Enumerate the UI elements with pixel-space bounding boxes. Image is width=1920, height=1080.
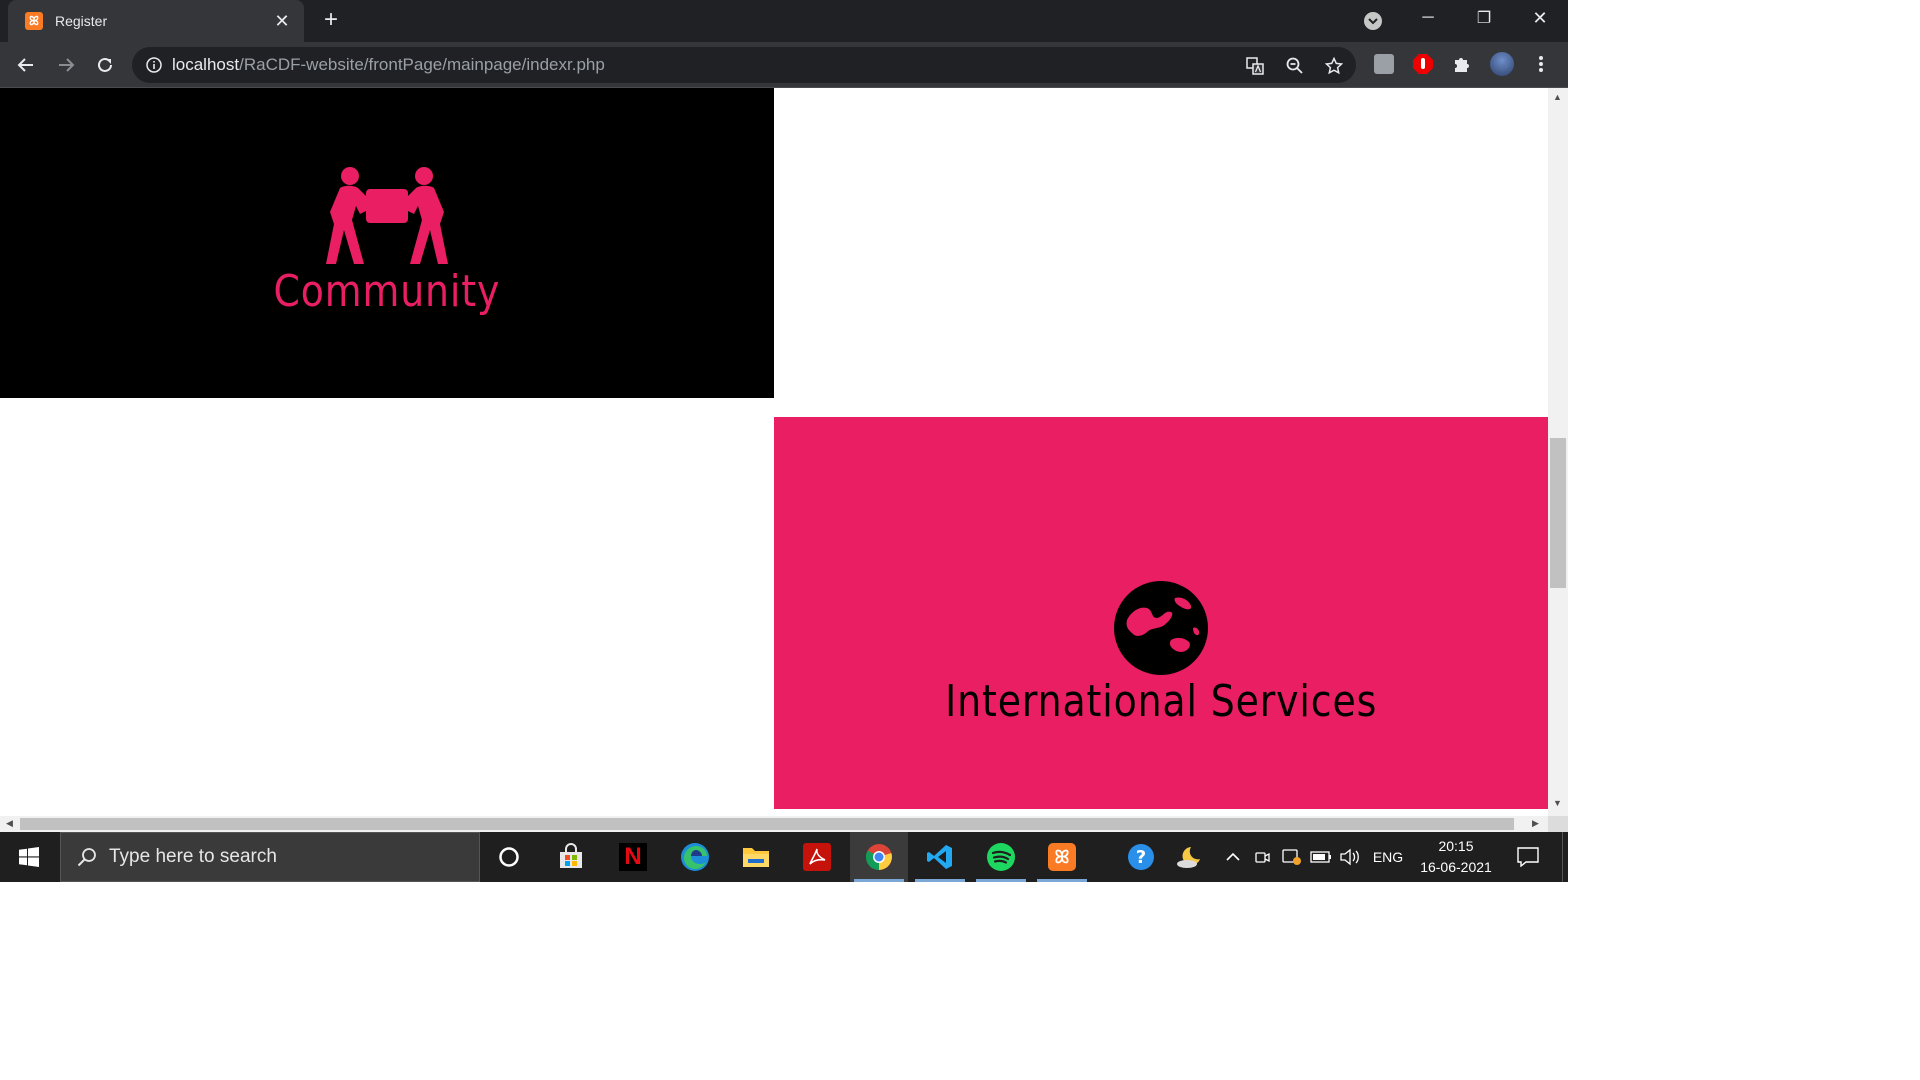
chevron-down-icon <box>1368 17 1378 24</box>
url-path: /RaCDF-website/frontPage/mainpage/indexr… <box>239 55 605 74</box>
vertical-scrollbar[interactable]: ▲ ▼ <box>1548 88 1568 816</box>
netflix-icon[interactable]: N <box>604 832 662 882</box>
reload-button[interactable] <box>91 51 119 79</box>
back-button[interactable] <box>12 51 40 79</box>
extension-icon[interactable] <box>1372 52 1396 76</box>
international-services-title: International Services <box>944 676 1378 727</box>
globe-icon <box>1114 581 1208 675</box>
page-viewport: Community International Services <box>0 88 1548 816</box>
xampp-icon[interactable]: ꕤ <box>1033 832 1091 882</box>
windows-taskbar: Type here to search N ꕤ ? ENG 20:15 16-0… <box>0 832 1568 882</box>
translate-icon[interactable] <box>1244 55 1266 77</box>
weather-icon[interactable] <box>1172 832 1206 882</box>
reload-icon <box>98 57 112 72</box>
start-button[interactable] <box>0 832 58 882</box>
scroll-up-icon[interactable]: ▲ <box>1553 92 1562 102</box>
international-services-section[interactable]: International Services <box>774 417 1548 809</box>
community-title: Community <box>273 266 501 317</box>
clock-date: 16-06-2021 <box>1420 859 1492 875</box>
scrollbar-corner <box>1548 816 1568 832</box>
browser-toolbar: localhost/RaCDF-website/frontPage/mainpa… <box>0 42 1568 88</box>
horizontal-scroll-thumb[interactable] <box>20 818 1514 830</box>
back-arrow-icon <box>17 58 33 72</box>
zoom-icon[interactable] <box>1284 55 1306 77</box>
vertical-scroll-thumb[interactable] <box>1550 438 1566 588</box>
vscode-icon[interactable] <box>911 832 969 882</box>
adblock-icon[interactable] <box>1411 52 1435 76</box>
show-hidden-icons-chevron-icon[interactable] <box>1222 832 1244 882</box>
show-desktop-button[interactable] <box>1562 832 1568 882</box>
url-host: localhost <box>172 55 240 74</box>
close-window-button[interactable]: ✕ <box>1512 0 1568 36</box>
tab-search-button[interactable] <box>1364 12 1382 30</box>
file-explorer-icon[interactable] <box>727 832 785 882</box>
new-tab-button[interactable]: + <box>318 8 344 34</box>
windows-logo-icon <box>19 847 39 867</box>
clock-time: 20:15 <box>1438 838 1474 854</box>
edge-icon[interactable] <box>666 832 724 882</box>
acrobat-icon[interactable] <box>788 832 846 882</box>
volume-icon[interactable] <box>1338 832 1362 882</box>
browser-titlebar: ꕤ Register ✕ + ─ ❐ ✕ <box>0 0 1568 42</box>
scroll-right-icon[interactable]: ▶ <box>1532 818 1539 829</box>
meet-now-icon[interactable] <box>1252 832 1274 882</box>
bookmark-star-icon[interactable] <box>1323 55 1345 77</box>
profile-avatar[interactable] <box>1490 52 1514 76</box>
close-tab-icon[interactable]: ✕ <box>272 11 292 32</box>
menu-kebab-icon[interactable] <box>1529 52 1553 76</box>
search-icon <box>77 848 96 867</box>
minimize-button[interactable]: ─ <box>1400 0 1456 36</box>
puzzle-icon[interactable] <box>1450 52 1474 76</box>
restore-button[interactable]: ❐ <box>1456 0 1512 36</box>
taskbar-search-box[interactable]: Type here to search <box>60 832 480 882</box>
battery-icon[interactable] <box>1309 832 1333 882</box>
netflix-logo: N <box>619 843 647 871</box>
store-icon[interactable] <box>542 832 600 882</box>
info-icon <box>146 57 162 73</box>
scroll-left-icon[interactable]: ◀ <box>6 818 13 829</box>
spotify-icon[interactable] <box>972 832 1030 882</box>
xampp-icon: ꕤ <box>25 12 43 30</box>
forward-arrow-icon <box>59 58 75 72</box>
browser-tab[interactable]: ꕤ Register ✕ <box>8 0 304 42</box>
forward-button[interactable] <box>52 51 80 79</box>
chrome-icon[interactable] <box>850 832 908 882</box>
address-bar[interactable]: localhost/RaCDF-website/frontPage/mainpa… <box>132 47 1356 83</box>
sync-status-icon[interactable] <box>1280 832 1304 882</box>
language-indicator[interactable]: ENG <box>1370 832 1406 882</box>
horizontal-scrollbar[interactable]: ◀ ▶ <box>0 816 1548 832</box>
search-placeholder: Type here to search <box>109 846 277 867</box>
help-icon[interactable]: ? <box>1124 832 1158 882</box>
people-carry-icon <box>326 167 448 264</box>
svg-text:?: ? <box>1136 847 1146 868</box>
url-text[interactable]: localhost/RaCDF-website/frontPage/mainpa… <box>172 55 605 75</box>
notifications-icon[interactable] <box>1510 832 1546 882</box>
community-section[interactable]: Community <box>0 88 774 398</box>
tab-title: Register <box>55 13 108 29</box>
cortana-icon[interactable] <box>480 832 538 882</box>
scroll-down-icon[interactable]: ▼ <box>1553 798 1562 808</box>
system-clock[interactable]: 20:15 16-06-2021 <box>1410 836 1502 878</box>
